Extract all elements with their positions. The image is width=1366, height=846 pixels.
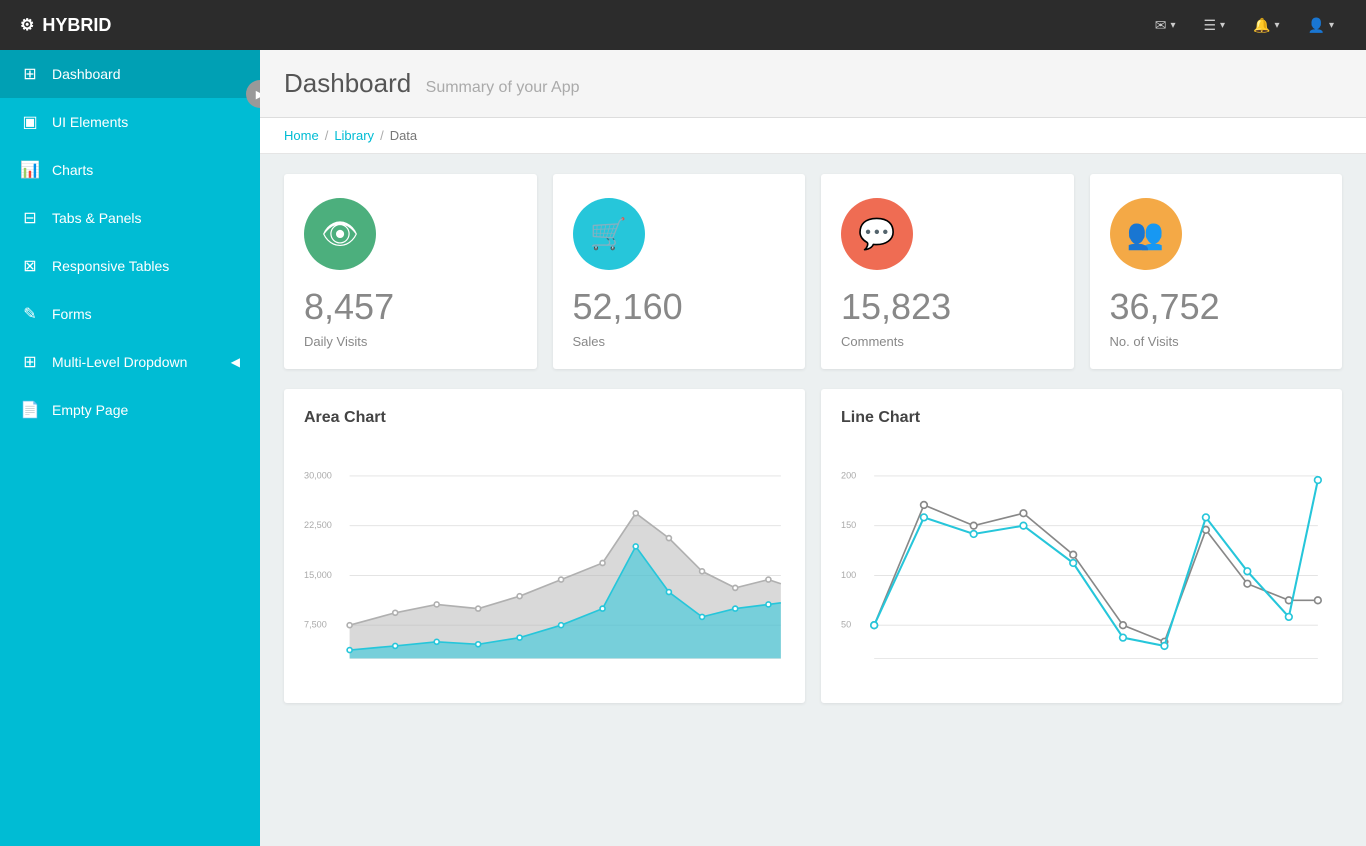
sidebar-item-charts[interactable]: 📊 Charts — [0, 146, 260, 194]
bell-caret: ▾ — [1275, 20, 1280, 31]
forms-icon: ✎ — [20, 304, 40, 324]
stat-card-no-of-visits: 👥 36,752 No. of Visits — [1090, 174, 1343, 369]
tables-icon: ⊠ — [20, 256, 40, 276]
sidebar: ▶ ⊞ Dashboard ▣ UI Elements 📊 Charts ⊟ T… — [0, 50, 260, 846]
empty-page-icon: 📄 — [20, 400, 40, 420]
sidebar-item-charts-label: Charts — [52, 162, 93, 178]
sidebar-item-responsive-tables-label: Responsive Tables — [52, 258, 169, 274]
breadcrumb-library[interactable]: Library — [334, 128, 374, 143]
sales-icon-circle: 🛒 — [573, 198, 645, 270]
svg-text:15,000: 15,000 — [304, 570, 332, 580]
line-chart-area: 200 150 100 50 — [841, 443, 1322, 683]
sidebar-item-forms[interactable]: ✎ Forms — [0, 290, 260, 338]
user-icon: 👤 — [1308, 17, 1325, 34]
brand-name: HYBRID — [42, 15, 111, 36]
comments-value: 15,823 — [841, 286, 1054, 328]
svg-text:50: 50 — [841, 620, 851, 630]
area-chart-card: Area Chart 30,000 22,500 15,000 7,500 — [284, 389, 805, 703]
user-button[interactable]: 👤 ▾ — [1296, 9, 1346, 42]
breadcrumb-current: Data — [390, 128, 417, 143]
svg-text:150: 150 — [841, 520, 856, 530]
sidebar-item-tabs-panels-label: Tabs & Panels — [52, 210, 142, 226]
tabs-icon: ⊟ — [20, 208, 40, 228]
sidebar-item-empty-page[interactable]: 📄 Empty Page — [0, 386, 260, 434]
group-icon: 👥 — [1127, 217, 1164, 252]
page-subtitle: Summary of your App — [426, 79, 580, 96]
ui-elements-icon: ▣ — [20, 112, 40, 132]
page-title: Dashboard — [284, 68, 411, 98]
sidebar-item-multi-level-label: Multi-Level Dropdown — [52, 354, 187, 370]
content-area: Dashboard Summary of your App Home / Lib… — [260, 50, 1366, 846]
sidebar-item-ui-elements[interactable]: ▣ UI Elements — [0, 98, 260, 146]
sidebar-item-dashboard-label: Dashboard — [52, 66, 121, 82]
area-chart-area: 30,000 22,500 15,000 7,500 — [304, 443, 785, 683]
bell-button[interactable]: 🔔 ▾ — [1241, 9, 1291, 42]
svg-text:200: 200 — [841, 470, 856, 480]
stat-card-daily-visits: 👁 8,457 Daily Visits — [284, 174, 537, 369]
topbar-actions: ✉ ▾ ☰ ▾ 🔔 ▾ 👤 ▾ — [1143, 9, 1346, 42]
cart-icon: 🛒 — [590, 217, 627, 252]
svg-text:30,000: 30,000 — [304, 470, 332, 480]
mail-button[interactable]: ✉ ▾ — [1143, 9, 1188, 42]
mail-caret: ▾ — [1170, 20, 1175, 31]
dashboard-icon: ⊞ — [20, 64, 40, 84]
sidebar-item-responsive-tables[interactable]: ⊠ Responsive Tables — [0, 242, 260, 290]
breadcrumb-sep-2: / — [380, 128, 384, 143]
stat-card-comments: 💬 15,823 Comments — [821, 174, 1074, 369]
sidebar-item-empty-page-label: Empty Page — [52, 402, 128, 418]
sidebar-item-dashboard[interactable]: ⊞ Dashboard — [0, 50, 260, 98]
comments-label: Comments — [841, 334, 1054, 349]
stat-card-sales: 🛒 52,160 Sales — [553, 174, 806, 369]
list-caret: ▾ — [1220, 20, 1225, 31]
gear-icon: ⚙ — [20, 15, 34, 35]
daily-visits-icon-circle: 👁 — [304, 198, 376, 270]
svg-text:7,500: 7,500 — [304, 620, 327, 630]
svg-text:22,500: 22,500 — [304, 520, 332, 530]
brand: ⚙ HYBRID — [20, 15, 280, 36]
daily-visits-label: Daily Visits — [304, 334, 517, 349]
charts-row: Area Chart 30,000 22,500 15,000 7,500 — [260, 389, 1366, 723]
multi-level-icon: ⊞ — [20, 352, 40, 372]
mail-icon: ✉ — [1155, 17, 1167, 34]
sales-value: 52,160 — [573, 286, 786, 328]
no-of-visits-value: 36,752 — [1110, 286, 1323, 328]
area-chart-title: Area Chart — [304, 409, 785, 427]
line-chart-svg: 200 150 100 50 — [841, 443, 1322, 683]
line-chart-card: Line Chart 200 150 100 50 — [821, 389, 1342, 703]
breadcrumb-home[interactable]: Home — [284, 128, 319, 143]
topbar: ⚙ HYBRID ✉ ▾ ☰ ▾ 🔔 ▾ 👤 ▾ — [0, 0, 1366, 50]
sidebar-item-multi-level[interactable]: ⊞ Multi-Level Dropdown ◀ — [0, 338, 260, 386]
no-of-visits-icon-circle: 👥 — [1110, 198, 1182, 270]
list-button[interactable]: ☰ ▾ — [1191, 9, 1237, 42]
main-wrapper: ▶ ⊞ Dashboard ▣ UI Elements 📊 Charts ⊟ T… — [0, 50, 1366, 846]
list-icon: ☰ — [1203, 17, 1216, 34]
breadcrumb: Home / Library / Data — [260, 118, 1366, 154]
comment-icon: 💬 — [858, 217, 895, 252]
user-caret: ▾ — [1329, 20, 1334, 31]
breadcrumb-sep-1: / — [325, 128, 329, 143]
comments-icon-circle: 💬 — [841, 198, 913, 270]
daily-visits-value: 8,457 — [304, 286, 517, 328]
eye-icon: 👁 — [321, 217, 359, 252]
page-header: Dashboard Summary of your App — [260, 50, 1366, 118]
svg-text:100: 100 — [841, 570, 856, 580]
no-of-visits-label: No. of Visits — [1110, 334, 1323, 349]
charts-icon: 📊 — [20, 160, 40, 180]
bell-icon: 🔔 — [1253, 17, 1270, 34]
stats-grid: 👁 8,457 Daily Visits 🛒 52,160 Sales 💬 15… — [260, 154, 1366, 389]
area-chart-svg: 30,000 22,500 15,000 7,500 — [304, 443, 785, 683]
line-chart-title: Line Chart — [841, 409, 1322, 427]
sales-label: Sales — [573, 334, 786, 349]
sidebar-item-forms-label: Forms — [52, 306, 92, 322]
multi-level-arrow: ◀ — [231, 355, 240, 369]
sidebar-item-tabs-panels[interactable]: ⊟ Tabs & Panels — [0, 194, 260, 242]
sidebar-item-ui-elements-label: UI Elements — [52, 114, 128, 130]
